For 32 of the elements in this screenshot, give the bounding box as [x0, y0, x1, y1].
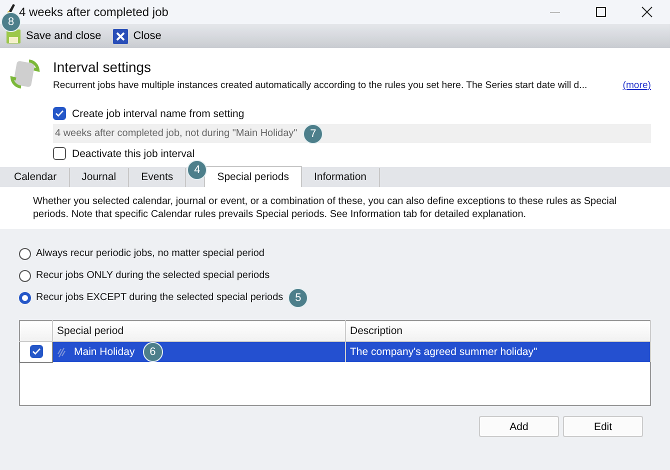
action-button[interactable]: Edit: [563, 416, 643, 437]
special-period-name: Main Holiday: [74, 346, 135, 358]
radio-button[interactable]: [19, 292, 31, 304]
callout-badge: 6: [142, 342, 163, 362]
more-link[interactable]: (more): [622, 80, 651, 91]
radio-label: Always recur periodic jobs, no matter special period: [36, 248, 264, 259]
checkbox[interactable]: [30, 344, 42, 358]
tab[interactable]: Special periods: [204, 166, 302, 187]
column-header[interactable]: Special period: [52, 320, 346, 342]
callout-badge: 7: [303, 124, 324, 144]
section-title: Interval settings: [53, 59, 152, 75]
action-button[interactable]: Add: [479, 416, 559, 437]
maximize-icon[interactable]: [595, 6, 607, 18]
close-icon: [113, 28, 128, 44]
interval-name-field[interactable]: 4 weeks after completed job, not during "Main Holiday": [55, 128, 298, 139]
column-header[interactable]: Description: [346, 320, 650, 342]
table-cell: The company's agreed summer holiday": [346, 342, 650, 362]
section-description: Recurrent jobs have multiple instances created automatically according to the rules you set here. The Series start date will d...: [53, 80, 588, 91]
window-title: 4 weeks after completed job: [19, 5, 170, 19]
radio-button[interactable]: [19, 270, 31, 282]
checkbox-label: Deactivate this job interval: [72, 148, 195, 160]
radio-label: Recur jobs EXCEPT during the selected special periods: [36, 292, 284, 303]
checkbox[interactable]: [53, 107, 66, 120]
recurring-document-icon: [9, 58, 41, 90]
callout-badge: 5: [288, 288, 308, 308]
radio-label: Recur jobs ONLY during the selected special periods: [36, 270, 270, 281]
checkbox-label: Create job interval name from setting: [72, 108, 244, 120]
checkbox[interactable]: [53, 147, 66, 160]
toolbar-button[interactable]: Close: [110, 26, 164, 46]
radio-button[interactable]: [19, 248, 31, 260]
info-text: Whether you selected calendar, journal or event, or a combination of these, you can also define exceptions to these rules as Special periods. Note that specific Calendar rules prevails Special periods. See Information tab for detailed explanation.: [0, 187, 670, 229]
close-icon[interactable]: [641, 6, 653, 18]
